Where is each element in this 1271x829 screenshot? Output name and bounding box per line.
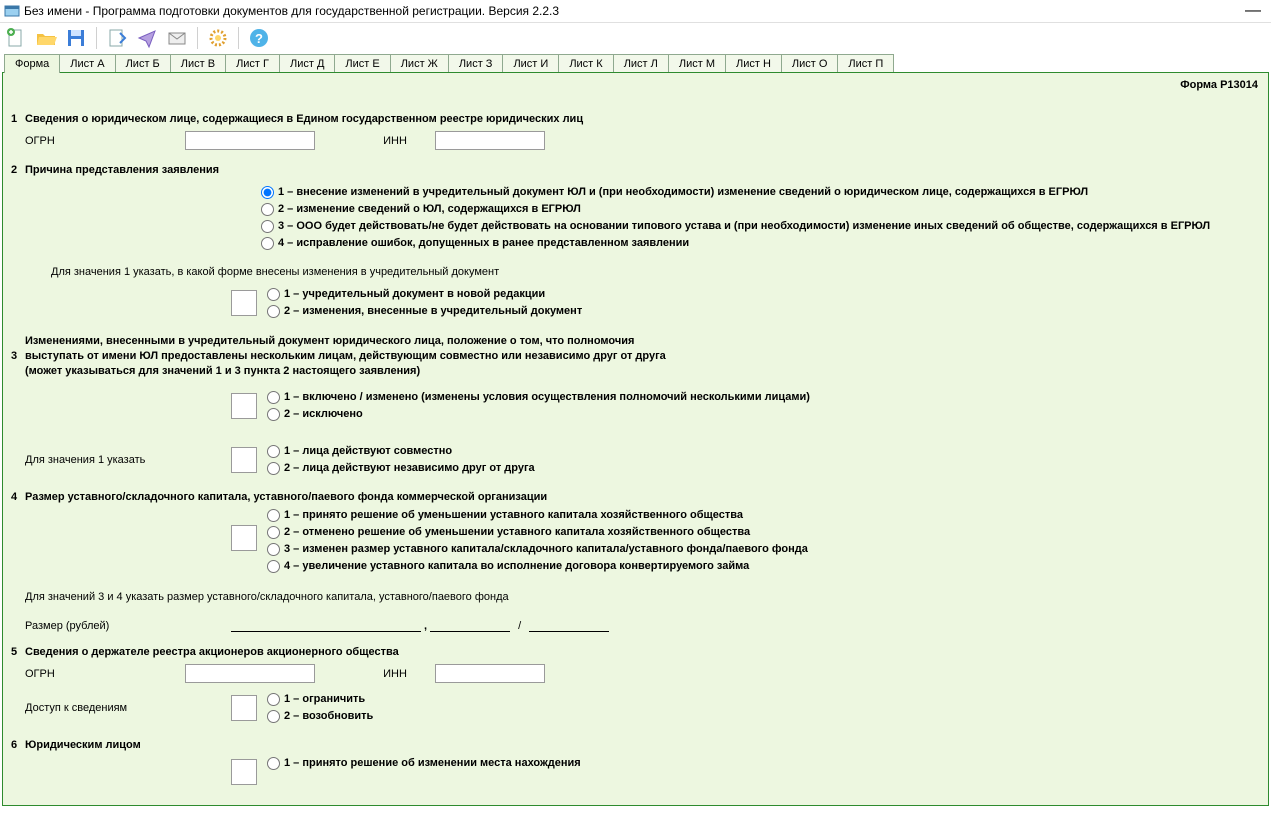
help-button[interactable]: ? <box>247 26 271 50</box>
s2-sub-radio-2[interactable]: 2 – изменения, внесенные в учредительный… <box>267 303 582 320</box>
tabstrip: Форма Лист А Лист Б Лист В Лист Г Лист Д… <box>0 53 1271 72</box>
tab-list-v[interactable]: Лист В <box>170 54 226 73</box>
settings-button[interactable] <box>206 26 230 50</box>
section-5-title: Сведения о держателе реестра акционеров … <box>25 646 399 658</box>
tab-list-n[interactable]: Лист Н <box>725 54 782 73</box>
s2-sub-box[interactable] <box>231 290 257 316</box>
export-button[interactable] <box>105 26 129 50</box>
tab-list-m[interactable]: Лист М <box>668 54 726 73</box>
s5-inn-input[interactable] <box>435 664 545 683</box>
s6-radio-1[interactable]: 1 – принято решение об изменении места н… <box>267 755 581 772</box>
s4-radio-4[interactable]: 4 – увеличение уставного капитала во исп… <box>267 558 808 575</box>
section-6-num: 6 <box>11 739 25 751</box>
tab-list-b[interactable]: Лист Б <box>115 54 171 73</box>
s3-box-1[interactable] <box>231 393 257 419</box>
s5-ogrn-label: ОГРН <box>25 668 185 680</box>
tab-forma[interactable]: Форма <box>4 54 60 73</box>
tab-list-z[interactable]: Лист З <box>448 54 504 73</box>
section-1-title: Сведения о юридическом лице, содержащиес… <box>25 113 583 125</box>
size-denom-input[interactable] <box>529 615 609 632</box>
comma-icon: , <box>421 620 430 632</box>
minimize-button[interactable]: — <box>1239 2 1267 20</box>
s5-access-box[interactable] <box>231 695 257 721</box>
svg-text:?: ? <box>255 31 263 46</box>
s5-radio-2[interactable]: 2 – возобновить <box>267 708 373 725</box>
mail-button[interactable] <box>165 26 189 50</box>
section-4-title: Размер уставного/складочного капитала, у… <box>25 491 547 503</box>
tab-list-g[interactable]: Лист Г <box>225 54 280 73</box>
s5-ogrn-input[interactable] <box>185 664 315 683</box>
s4-radio-3[interactable]: 3 – изменен размер уставного капитала/ск… <box>267 541 808 558</box>
size-main-input[interactable] <box>231 615 421 632</box>
tab-list-zh[interactable]: Лист Ж <box>390 54 449 73</box>
slash-label: / <box>510 620 529 632</box>
ogrn-input[interactable] <box>185 131 315 150</box>
s5-inn-label: ИНН <box>365 668 425 680</box>
s2-note: Для значения 1 указать, в какой форме вн… <box>11 266 1260 278</box>
s3-radio-3[interactable]: 1 – лица действуют совместно <box>267 443 535 460</box>
section-1-num: 1 <box>11 113 25 125</box>
toolbar-separator <box>96 27 97 49</box>
toolbar-separator <box>197 27 198 49</box>
size-frac-input[interactable] <box>430 615 510 632</box>
app-icon <box>4 3 20 19</box>
section-4-num: 4 <box>11 491 25 503</box>
reason-radio-4[interactable]: 4 – исправление ошибок, допущенных в ран… <box>261 235 1260 252</box>
s3-line2: 3выступать от имени ЮЛ предоставлены нес… <box>25 349 1260 364</box>
s3-line1: 3Изменениями, внесенными в учредительный… <box>25 334 1260 349</box>
tab-list-k[interactable]: Лист К <box>558 54 613 73</box>
toolbar: ? <box>0 23 1271 53</box>
s6-box[interactable] <box>231 759 257 785</box>
section-6-title: Юридическим лицом <box>25 739 141 751</box>
section-5-num: 5 <box>11 646 25 658</box>
form-panel: Форма Р13014 1 Сведения о юридическом ли… <box>2 72 1269 806</box>
reason-radio-3[interactable]: 3 – ООО будет действовать/не будет дейст… <box>261 218 1260 235</box>
tab-list-e[interactable]: Лист Е <box>334 54 390 73</box>
reason-radio-2[interactable]: 2 – изменение сведений о ЮЛ, содержащихс… <box>261 201 1260 218</box>
size-label: Размер (рублей) <box>25 620 231 632</box>
section-2-num: 2 <box>11 164 25 176</box>
titlebar: Без имени - Программа подготовки докумен… <box>0 0 1271 23</box>
section-2-title: Причина представления заявления <box>25 164 219 176</box>
tab-list-l[interactable]: Лист Л <box>613 54 669 73</box>
tab-list-o[interactable]: Лист О <box>781 54 839 73</box>
inn-input[interactable] <box>435 131 545 150</box>
s4-note: Для значений 3 и 4 указать размер уставн… <box>11 591 1260 603</box>
s3-note: Для значения 1 указать <box>25 454 231 466</box>
s4-radio-2[interactable]: 2 – отменено решение об уменьшении устав… <box>267 524 808 541</box>
s3-line3: 3(может указываться для значений 1 и 3 п… <box>25 364 1260 379</box>
s3-radio-4[interactable]: 2 – лица действуют независимо друг от др… <box>267 460 535 477</box>
toolbar-separator <box>238 27 239 49</box>
s4-radio-1[interactable]: 1 – принято решение об уменьшении уставн… <box>267 507 808 524</box>
s2-sub-radio-1[interactable]: 1 – учредительный документ в новой редак… <box>267 286 582 303</box>
save-button[interactable] <box>64 26 88 50</box>
tab-list-d[interactable]: Лист Д <box>279 54 335 73</box>
inn-label: ИНН <box>365 135 425 147</box>
s3-radio-1[interactable]: 1 – включено / изменено (изменены услови… <box>267 389 810 406</box>
send-button[interactable] <box>135 26 159 50</box>
open-button[interactable] <box>34 26 58 50</box>
s3-radio-2[interactable]: 2 – исключено <box>267 406 810 423</box>
window-title: Без имени - Программа подготовки докумен… <box>24 4 559 18</box>
new-doc-button[interactable] <box>4 26 28 50</box>
ogrn-label: ОГРН <box>25 135 185 147</box>
form-header: Форма Р13014 <box>3 73 1268 95</box>
tab-list-p[interactable]: Лист П <box>837 54 894 73</box>
s3-box-2[interactable] <box>231 447 257 473</box>
s5-radio-1[interactable]: 1 – ограничить <box>267 691 373 708</box>
s4-box[interactable] <box>231 525 257 551</box>
tab-list-i[interactable]: Лист И <box>502 54 559 73</box>
access-label: Доступ к сведениям <box>25 702 231 714</box>
reason-radio-1[interactable]: 1 – внесение изменений в учредительный д… <box>261 184 1260 201</box>
tab-list-a[interactable]: Лист А <box>59 54 115 73</box>
